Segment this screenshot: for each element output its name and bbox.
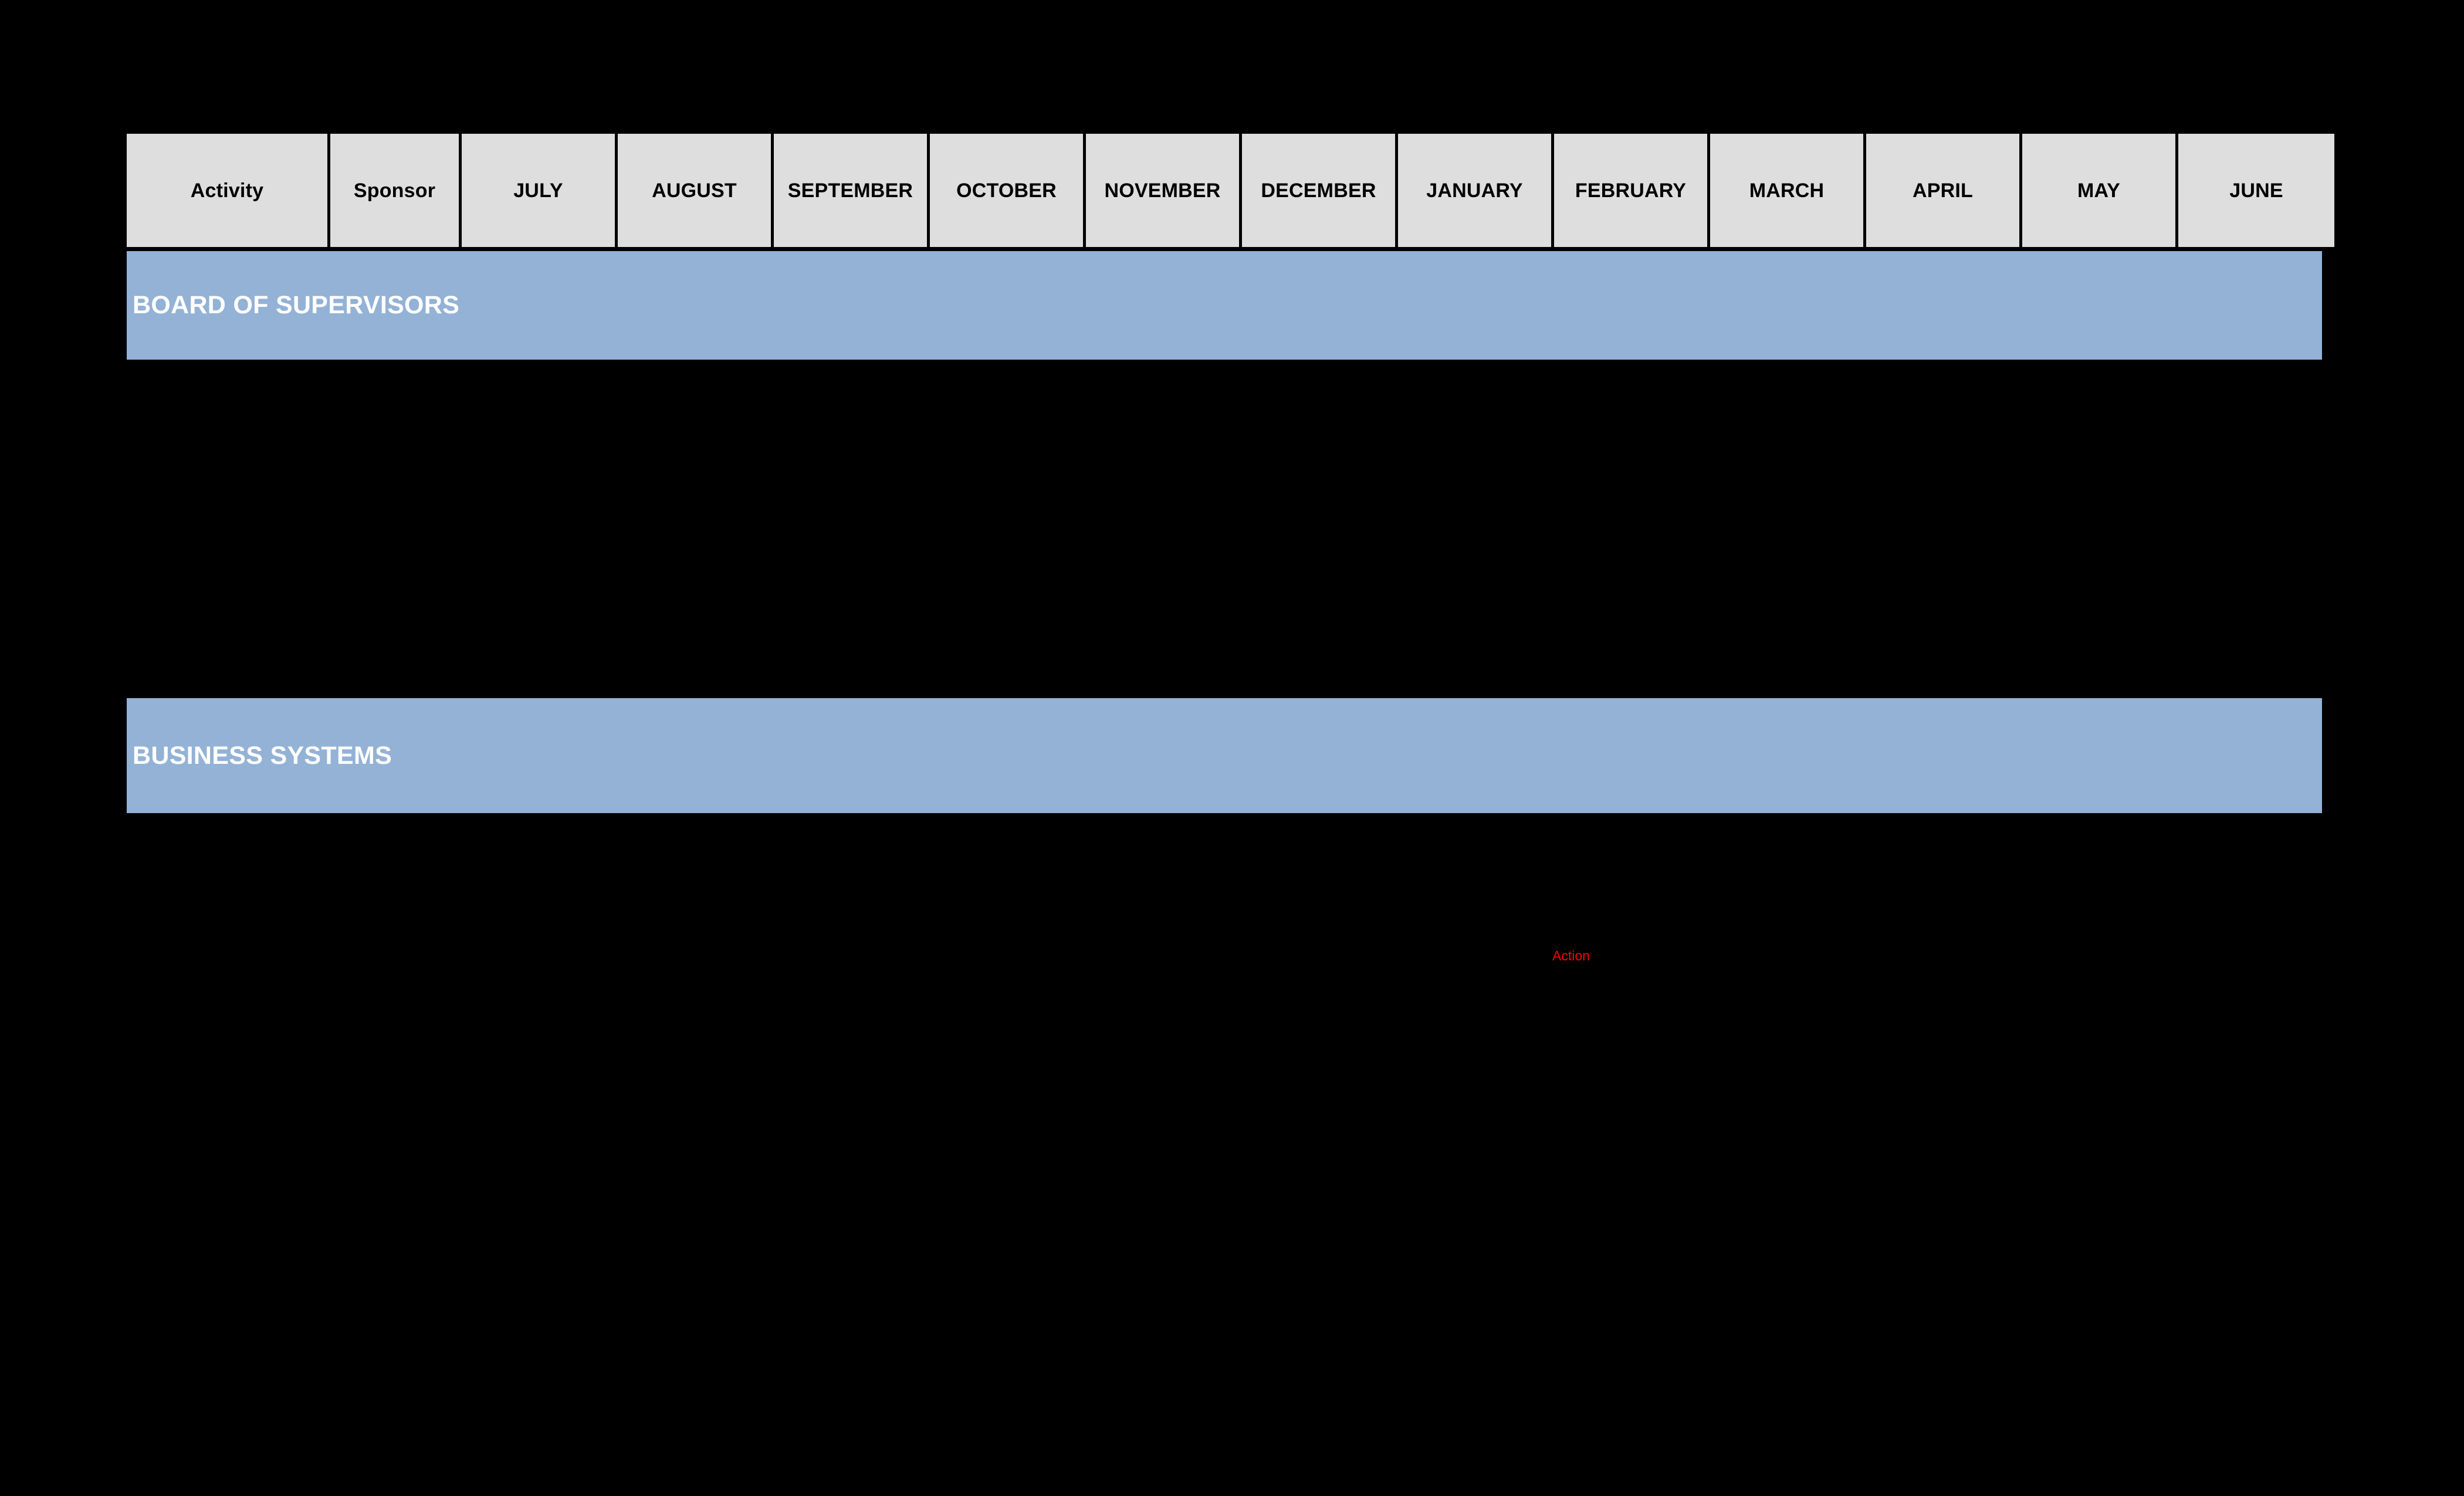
column-header-label: JULY — [513, 179, 563, 202]
column-header-label: JUNE — [2229, 179, 2283, 202]
column-header-label: FEBRUARY — [1575, 179, 1687, 202]
table-header-row: Activity Sponsor JULY AUGUST SEPTEMBER O… — [127, 134, 2334, 247]
column-header-activity[interactable]: Activity — [127, 134, 330, 247]
column-header-october[interactable]: OCTOBER — [930, 134, 1086, 247]
page-canvas: Activity Sponsor JULY AUGUST SEPTEMBER O… — [0, 0, 2464, 1496]
column-header-december[interactable]: DECEMBER — [1242, 134, 1398, 247]
column-header-label: OCTOBER — [956, 179, 1057, 202]
column-header-sponsor[interactable]: Sponsor — [330, 134, 462, 247]
action-annotation: Action — [1552, 948, 1590, 963]
section-body-business-systems — [127, 813, 2322, 1435]
column-header-label: AUGUST — [652, 179, 737, 202]
column-header-label: MARCH — [1749, 179, 1825, 202]
column-header-may[interactable]: MAY — [2022, 134, 2178, 247]
column-header-label: Sponsor — [353, 179, 436, 202]
column-header-april[interactable]: APRIL — [1866, 134, 2022, 247]
section-body-board-of-supervisors — [127, 360, 2322, 698]
column-header-label: NOVEMBER — [1104, 179, 1221, 202]
column-header-label: JANUARY — [1426, 179, 1523, 202]
section-header-business-systems[interactable]: BUSINESS SYSTEMS — [127, 698, 2322, 813]
column-header-august[interactable]: AUGUST — [618, 134, 774, 247]
column-header-label: MAY — [2077, 179, 2121, 202]
section-header-label: BUSINESS SYSTEMS — [133, 741, 392, 770]
column-header-july[interactable]: JULY — [462, 134, 618, 247]
column-header-september[interactable]: SEPTEMBER — [774, 134, 930, 247]
column-header-label: APRIL — [1913, 179, 1973, 202]
column-header-label: SEPTEMBER — [787, 179, 913, 202]
column-header-november[interactable]: NOVEMBER — [1086, 134, 1242, 247]
column-header-label: DECEMBER — [1261, 179, 1376, 202]
column-header-january[interactable]: JANUARY — [1398, 134, 1554, 247]
column-header-june[interactable]: JUNE — [2178, 134, 2334, 247]
column-header-label: Activity — [190, 179, 264, 202]
column-header-march[interactable]: MARCH — [1710, 134, 1866, 247]
column-header-february[interactable]: FEBRUARY — [1554, 134, 1710, 247]
section-header-label: BOARD OF SUPERVISORS — [133, 291, 460, 319]
section-header-board-of-supervisors[interactable]: BOARD OF SUPERVISORS — [127, 251, 2322, 360]
